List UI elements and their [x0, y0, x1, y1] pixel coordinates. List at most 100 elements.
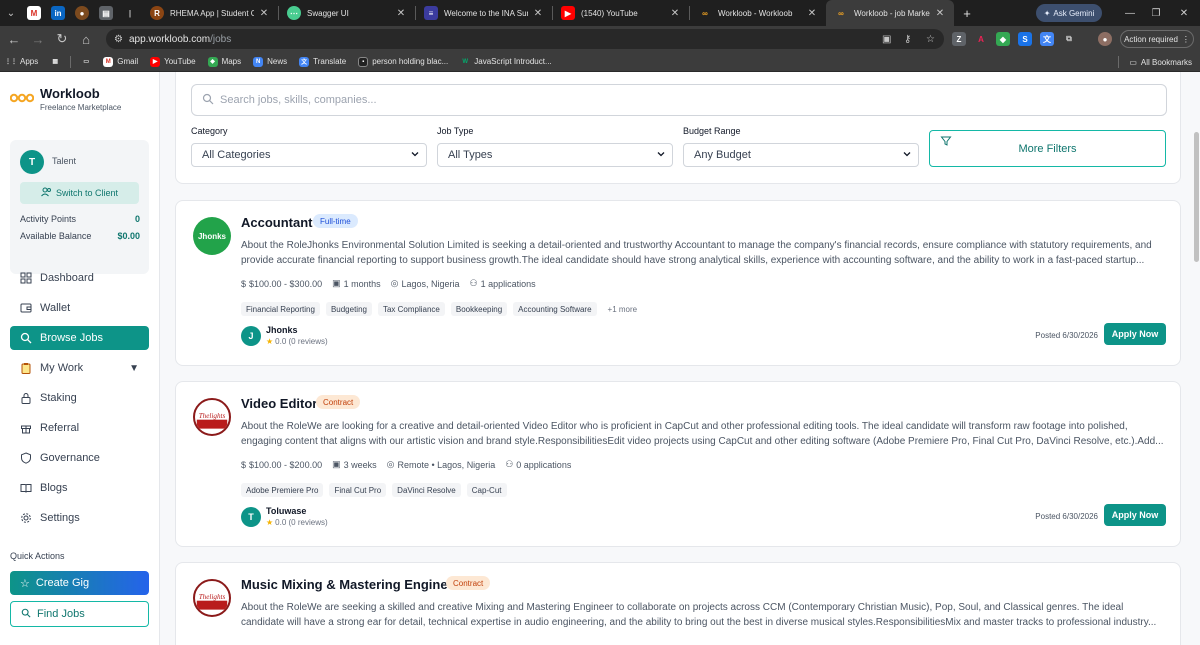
close-icon[interactable]: ✕	[258, 8, 270, 19]
bookmark-translate[interactable]: 文 Translate	[293, 56, 352, 67]
bookmark-youtube[interactable]: ▶ YouTube	[144, 56, 201, 67]
page-scrollbar[interactable]	[1194, 132, 1199, 262]
category-select[interactable]: All Categories	[191, 143, 427, 167]
sidebar-item-blogs[interactable]: Blogs	[10, 476, 149, 500]
skill-tag: DaVinci Resolve	[392, 483, 461, 497]
close-icon[interactable]: ✕	[934, 8, 946, 19]
back-icon[interactable]: ←	[2, 26, 26, 52]
ask-gemini-button[interactable]: ✦ Ask Gemini	[1036, 4, 1102, 22]
bookmark-gmail[interactable]: M Gmail	[97, 56, 144, 67]
all-bookmarks[interactable]: ▭ All Bookmarks	[1118, 52, 1192, 72]
tab-rhema[interactable]: R RHEMA App | Student Cou ✕	[142, 0, 278, 26]
minimize-icon[interactable]: —	[1118, 0, 1142, 26]
duration-text: 3 weeks	[343, 459, 377, 470]
tab-swagger[interactable]: ⋯ Swagger UI ✕	[279, 0, 415, 26]
clipboard-icon	[20, 362, 32, 374]
close-icon[interactable]: ✕	[395, 8, 407, 19]
more-filters-button[interactable]: More Filters	[929, 130, 1166, 167]
bookmark-javascript[interactable]: W JavaScript Introduct...	[454, 57, 557, 67]
apply-now-button[interactable]: Apply Now	[1104, 504, 1166, 526]
switch-to-client-button[interactable]: Switch to Client	[20, 182, 139, 204]
bookmark-folder[interactable]: ▭	[75, 57, 97, 67]
tab-youtube[interactable]: ▶ (1540) YouTube ✕	[553, 0, 689, 26]
job-title[interactable]: Accountant	[241, 215, 313, 230]
close-icon[interactable]: ✕	[806, 8, 818, 19]
home-icon[interactable]: ⌂	[74, 26, 98, 52]
job-card[interactable]: Thelights Music Mixing & Mastering Engin…	[175, 562, 1181, 645]
pinned-tab-blank[interactable]: |	[118, 0, 142, 26]
tab-title: RHEMA App | Student Cou	[170, 8, 254, 18]
workloob-favicon-icon: ∞	[838, 8, 844, 18]
book-icon	[20, 482, 32, 494]
sidebar-item-settings[interactable]: Settings	[10, 506, 149, 530]
poster-name[interactable]: Jhonks	[266, 325, 298, 335]
sidebar-item-browse-jobs[interactable]: Browse Jobs	[10, 326, 149, 350]
caret-down-icon[interactable]: ▼	[129, 363, 139, 374]
find-jobs-button[interactable]: Find Jobs	[10, 601, 149, 627]
tab-ina[interactable]: ≡ Welcome to the INA Summ ✕	[416, 0, 552, 26]
bookmark-person[interactable]: ▪ person holding blac...	[352, 56, 454, 67]
company-logo: Thelights	[193, 579, 231, 617]
job-title[interactable]: Music Mixing & Mastering Engineer	[241, 577, 460, 592]
quick-actions-title: Quick Actions	[10, 551, 65, 561]
pinned-tab-gmail[interactable]: M	[22, 0, 46, 26]
address-bar[interactable]: ⚙ app.workloob.com/jobs ▣ ⚷ ☆	[106, 29, 944, 49]
brand[interactable]: Workloob Freelance Marketplace	[10, 86, 121, 112]
restore-icon[interactable]: ❐	[1144, 0, 1168, 26]
close-window-icon[interactable]: ✕	[1172, 0, 1196, 26]
calendar-icon: ▣	[332, 278, 341, 288]
gmail-icon: M	[27, 6, 41, 20]
profile-avatar-icon[interactable]: ●	[1098, 32, 1112, 46]
star-icon: ☆	[20, 577, 30, 590]
bookmark-maps[interactable]: ◆ Maps	[202, 56, 248, 67]
rating-text: 0.0 (0 reviews)	[275, 337, 328, 346]
extension-s-icon[interactable]: S	[1018, 32, 1032, 46]
bookmark-news[interactable]: N News	[247, 56, 293, 67]
bookmark-apps[interactable]: ⋮⋮ Apps	[0, 57, 44, 67]
create-gig-button[interactable]: ☆ Create Gig	[10, 571, 149, 595]
bookmark-star-icon[interactable]: ☆	[926, 34, 935, 45]
site-info-icon[interactable]: ⚙	[114, 34, 123, 45]
budget-select[interactable]: Any Budget	[683, 143, 919, 167]
password-key-icon[interactable]: ⚷	[904, 34, 911, 45]
sidebar-item-referral[interactable]: Referral	[10, 416, 149, 440]
poster-name[interactable]: Toluwase	[266, 506, 306, 516]
sidebar-item-my-work[interactable]: My Work ▼	[10, 356, 149, 380]
pinned-tab-app[interactable]: ●	[70, 0, 94, 26]
bookmark-grid[interactable]: ▦	[44, 57, 66, 67]
reload-icon[interactable]: ↻	[50, 26, 74, 52]
sidebar-item-governance[interactable]: Governance	[10, 446, 149, 470]
dashboard-icon	[20, 272, 32, 284]
tab-workloob-jobs[interactable]: ∞ Workloob - job Marketplac ✕	[826, 0, 954, 26]
close-icon[interactable]: ✕	[532, 8, 544, 19]
job-title[interactable]: Video Editor	[241, 396, 317, 411]
sidebar-item-dashboard[interactable]: Dashboard	[10, 266, 149, 290]
extensions-puzzle-icon[interactable]: ⧉	[1062, 32, 1076, 46]
sidebar-item-staking[interactable]: Staking	[10, 386, 149, 410]
new-tab-button[interactable]: +	[954, 6, 980, 21]
job-card[interactable]: Thelights Video Editor Contract About th…	[175, 381, 1181, 547]
search-input[interactable]: Search jobs, skills, companies...	[191, 84, 1167, 116]
job-type-select[interactable]: All Types	[437, 143, 673, 167]
budget-value: Any Budget	[694, 149, 751, 161]
pinned-tab-doc[interactable]: ▤	[94, 0, 118, 26]
extension-z-icon[interactable]: Z	[952, 32, 966, 46]
job-card[interactable]: Jhonks Accountant Full-time About the Ro…	[175, 200, 1181, 366]
action-required-button[interactable]: Action required ⋮	[1120, 30, 1194, 48]
install-app-icon[interactable]: ▣	[882, 34, 891, 45]
job-meta: $ $100.00 - $200.00 ▣ 3 weeks ◎ Remote • La…	[241, 459, 571, 470]
extension-green-icon[interactable]: ◆	[996, 32, 1010, 46]
sidebar-item-label: Dashboard	[40, 272, 94, 284]
tab-workloob[interactable]: ∞ Workloob - Workloob ✕	[690, 0, 826, 26]
star-icon: ★	[266, 337, 274, 346]
avatar: T	[20, 150, 44, 174]
sidebar-item-wallet[interactable]: Wallet	[10, 296, 149, 320]
close-icon[interactable]: ✕	[669, 8, 681, 19]
apply-now-button[interactable]: Apply Now	[1104, 323, 1166, 345]
applications-meta: ⚇ 1 applications	[470, 278, 536, 289]
translate-extension-icon[interactable]: 文	[1040, 32, 1054, 46]
pinned-tab-linkedin[interactable]: in	[46, 0, 70, 26]
forward-icon[interactable]: →	[26, 26, 50, 52]
tab-search-chevron-icon[interactable]: ⌄	[0, 0, 22, 26]
extension-a-icon[interactable]: A	[974, 32, 988, 46]
